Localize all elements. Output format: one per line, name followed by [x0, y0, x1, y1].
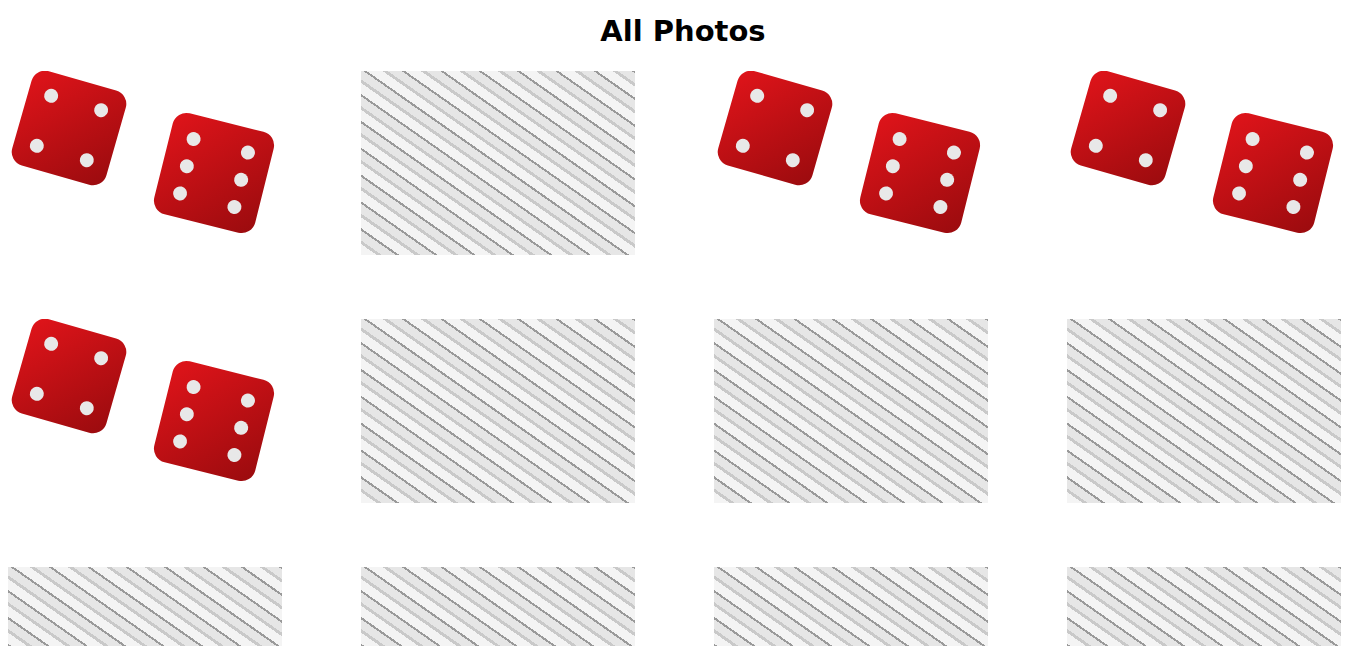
numbers-photo[interactable] [714, 319, 988, 503]
numbers-photo[interactable] [361, 319, 635, 503]
die-icon [8, 319, 129, 437]
dice-photo[interactable] [8, 319, 282, 503]
numbers-photo[interactable] [361, 567, 635, 646]
numbers-photo[interactable] [714, 567, 988, 646]
photos-page: All Photos [0, 0, 1366, 646]
die-icon [151, 110, 277, 236]
numbers-photo[interactable] [1067, 319, 1341, 503]
die-icon [8, 71, 129, 189]
die-icon [151, 358, 277, 484]
dice-photo[interactable] [714, 71, 988, 255]
die-icon [1067, 71, 1188, 189]
photo-grid [8, 71, 1341, 646]
die-icon [714, 71, 835, 189]
numbers-photo[interactable] [1067, 567, 1341, 646]
page-title: All Photos [600, 12, 765, 50]
dice-photo[interactable] [8, 71, 282, 255]
numbers-photo[interactable] [8, 567, 282, 646]
numbers-photo[interactable] [361, 71, 635, 255]
dice-photo[interactable] [1067, 71, 1341, 255]
die-icon [857, 110, 983, 236]
die-icon [1210, 110, 1336, 236]
